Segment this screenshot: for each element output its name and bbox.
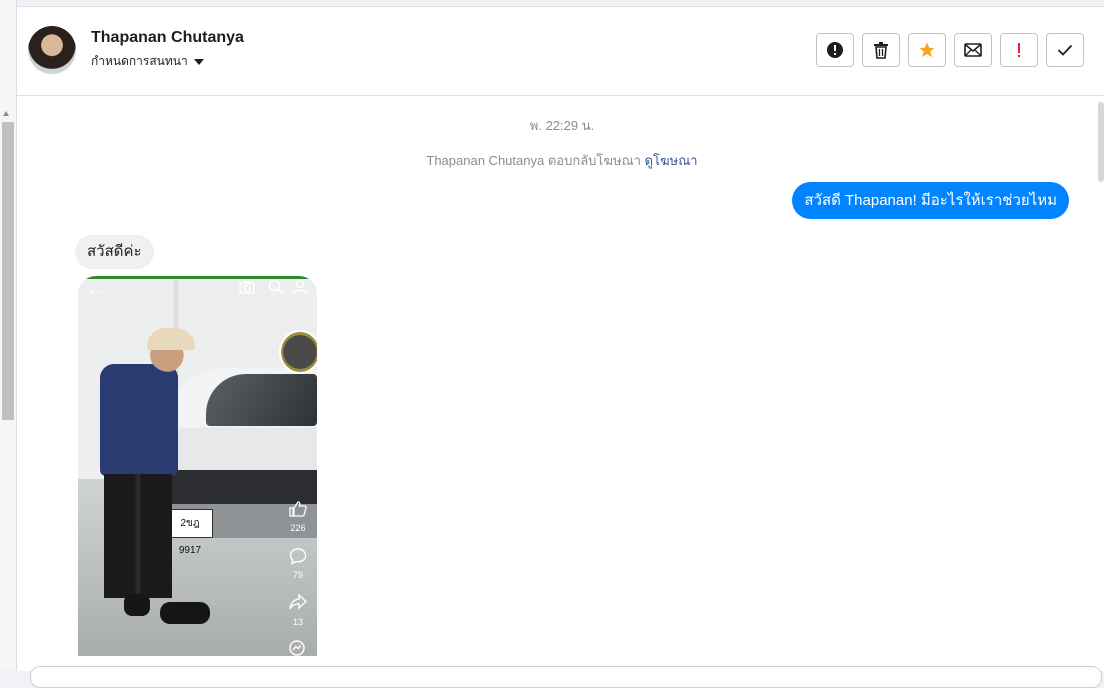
message-timestamp: พ. 22:29 น. bbox=[529, 118, 595, 133]
person-pants bbox=[104, 474, 172, 598]
comment-icon bbox=[289, 548, 307, 565]
mark-done-button[interactable] bbox=[1046, 33, 1084, 67]
like-icon bbox=[289, 501, 307, 517]
search-icon bbox=[268, 279, 284, 295]
license-plate: 2ขฎ 9917 bbox=[167, 509, 213, 556]
scroll-up-arrow-icon[interactable] bbox=[3, 111, 9, 116]
conversation-header: Thapanan Chutanya กำหนดการสนทนา bbox=[17, 7, 1104, 96]
check-icon bbox=[1057, 44, 1073, 56]
conversation-settings-label: กำหนดการสนทนา bbox=[91, 54, 188, 68]
person-shoe bbox=[160, 602, 210, 624]
person-cap bbox=[147, 328, 195, 350]
header-actions bbox=[816, 33, 1084, 67]
conversation-settings-dropdown[interactable]: กำหนดการสนทนา bbox=[91, 52, 204, 71]
like-count: 226 bbox=[290, 523, 306, 533]
view-ad-link[interactable]: ดูโฆษณา bbox=[645, 153, 698, 168]
spam-alert-icon bbox=[827, 42, 843, 58]
important-icon bbox=[1018, 43, 1020, 57]
incoming-message-bubble[interactable]: สวัสดีค่ะ bbox=[75, 235, 154, 269]
scrollbar-thumb[interactable] bbox=[2, 122, 14, 420]
car-window-shape bbox=[206, 374, 317, 426]
caret-down-icon bbox=[193, 59, 204, 65]
share-count: 13 bbox=[292, 617, 303, 627]
star-button[interactable] bbox=[908, 33, 946, 67]
avatar[interactable] bbox=[28, 26, 76, 74]
trash-icon bbox=[874, 42, 888, 59]
mark-important-button[interactable] bbox=[1000, 33, 1038, 67]
conversation-panel: Thapanan Chutanya กำหนดการสนทนา พ. 22:29… bbox=[17, 6, 1104, 688]
mark-spam-button[interactable] bbox=[816, 33, 854, 67]
profile-icon bbox=[293, 279, 307, 295]
message-thread[interactable]: พ. 22:29 น. Thapanan Chutanya ตอบกลับโฆษ… bbox=[17, 96, 1087, 671]
creator-avatar bbox=[279, 330, 317, 374]
share-icon bbox=[289, 594, 307, 610]
shared-photo[interactable]: 2ขฎ 9917 ← 226 79 13 bbox=[78, 276, 317, 656]
comment-count: 79 bbox=[292, 570, 303, 580]
delete-button[interactable] bbox=[862, 33, 900, 67]
star-icon bbox=[919, 42, 935, 58]
ad-reply-text: Thapanan Chutanya ตอบกลับโฆษณา bbox=[426, 153, 641, 168]
messenger-icon bbox=[289, 640, 305, 656]
back-arrow-icon: ← bbox=[86, 279, 104, 299]
message-composer[interactable] bbox=[30, 666, 1102, 688]
person-shoe bbox=[124, 594, 150, 616]
camera-icon bbox=[239, 281, 255, 294]
outgoing-message-bubble[interactable]: สวัสดี Thapanan! มีอะไรให้เราช่วยไหม bbox=[792, 182, 1069, 219]
thread-scrollbar[interactable] bbox=[1098, 102, 1104, 182]
mail-icon bbox=[964, 43, 982, 57]
left-scrollbar-rail[interactable] bbox=[0, 0, 17, 670]
mark-unread-button[interactable] bbox=[954, 33, 992, 67]
ad-reply-notice: Thapanan Chutanya ตอบกลับโฆษณา ดูโฆษณา bbox=[17, 150, 1087, 171]
person-shirt bbox=[100, 364, 178, 476]
contact-name[interactable]: Thapanan Chutanya bbox=[91, 29, 244, 47]
